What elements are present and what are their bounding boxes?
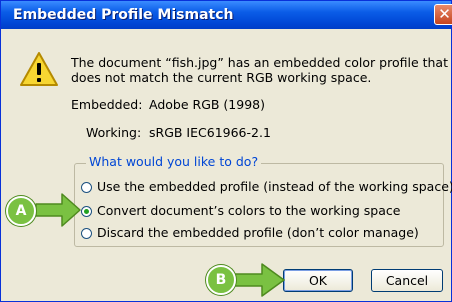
- callout-a-arrow-icon: [35, 193, 81, 227]
- option-discard-profile-label[interactable]: Discard the embedded profile (don’t colo…: [97, 225, 419, 240]
- working-space-value: sRGB IEC61966-2.1: [149, 125, 271, 140]
- message-line-1: The document “fish.jpg” has an embedded …: [71, 55, 448, 70]
- close-icon[interactable]: ✕: [434, 4, 452, 25]
- options-group-title: What would you like to do?: [86, 154, 262, 169]
- message-line-2: does not match the current RGB working s…: [71, 70, 372, 85]
- working-label: Working:: [86, 125, 142, 140]
- callout-a-badge: A: [6, 196, 36, 226]
- ok-button[interactable]: OK: [283, 269, 353, 292]
- option-convert-colors-label[interactable]: Convert document’s colors to the working…: [97, 203, 400, 218]
- callout-b-badge: B: [206, 265, 236, 295]
- profile-mismatch-dialog: Embedded Profile Mismatch ✕ The document…: [0, 0, 452, 302]
- warning-triangle-icon: [20, 52, 58, 86]
- option-use-embedded-label[interactable]: Use the embedded profile (instead of the…: [97, 179, 452, 194]
- cancel-button[interactable]: Cancel: [371, 269, 443, 292]
- title-bar[interactable]: Embedded Profile Mismatch: [1, 1, 451, 29]
- embedded-label: Embedded:: [71, 97, 143, 112]
- embedded-profile-value: Adobe RGB (1998): [149, 97, 265, 112]
- dialog-title: Embedded Profile Mismatch: [13, 7, 234, 23]
